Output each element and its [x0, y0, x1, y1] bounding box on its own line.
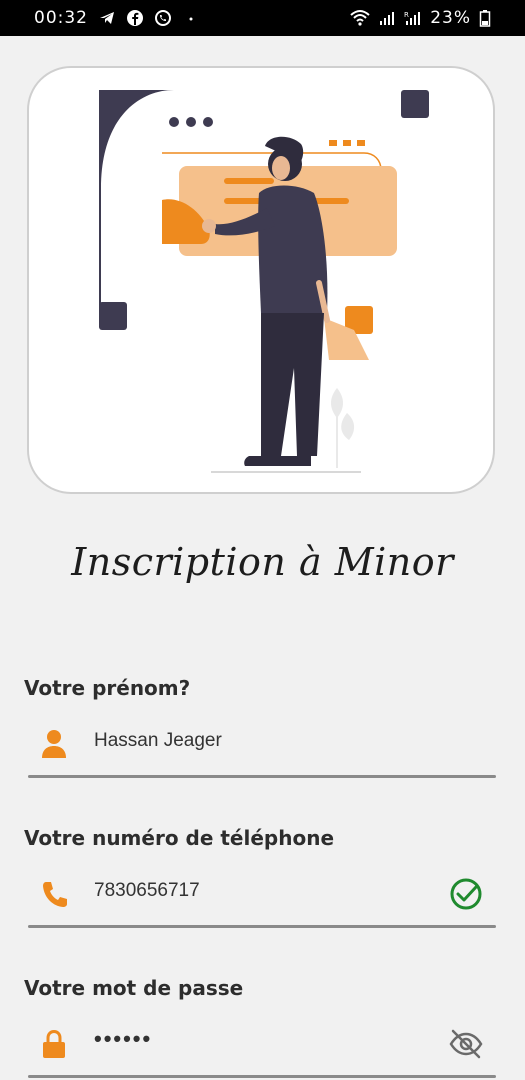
dot-icon [189, 17, 193, 21]
phone-field[interactable]: 7830656717 [28, 864, 496, 928]
check-circle-icon [450, 878, 482, 910]
password-value: •••••• [94, 1026, 153, 1051]
password-label: Votre mot de passe [24, 976, 244, 1000]
illustration-card [27, 66, 495, 494]
svg-text:R: R [404, 11, 409, 19]
phone-label: Votre numéro de téléphone [24, 826, 335, 850]
page-title: Inscription à Minor [71, 540, 454, 584]
whatsapp-icon [155, 10, 171, 26]
facebook-icon [127, 10, 143, 26]
lock-icon [43, 1029, 65, 1058]
battery-icon [479, 10, 491, 27]
signal-r-icon: R [404, 11, 421, 25]
status-time: 00:32 [34, 8, 88, 28]
phone-value: 7830656717 [94, 880, 200, 901]
eye-off-icon[interactable] [446, 1024, 486, 1064]
phone-icon [43, 882, 67, 907]
signal-icon [380, 12, 395, 25]
first-name-underline [28, 775, 496, 778]
person-icon [42, 730, 66, 758]
status-bar: 00:32 R 23% [0, 0, 525, 36]
password-field[interactable]: •••••• [28, 1014, 496, 1078]
first-name-field[interactable]: Hassan Jeager [28, 714, 496, 778]
password-underline [28, 1075, 496, 1078]
wifi-icon [350, 10, 370, 26]
first-name-label: Votre prénom? [24, 676, 191, 700]
phone-underline [28, 925, 496, 928]
telegram-icon [100, 12, 114, 24]
battery-percent: 23% [430, 8, 471, 28]
first-name-value: Hassan Jeager [94, 730, 222, 751]
signup-illustration [99, 90, 429, 473]
